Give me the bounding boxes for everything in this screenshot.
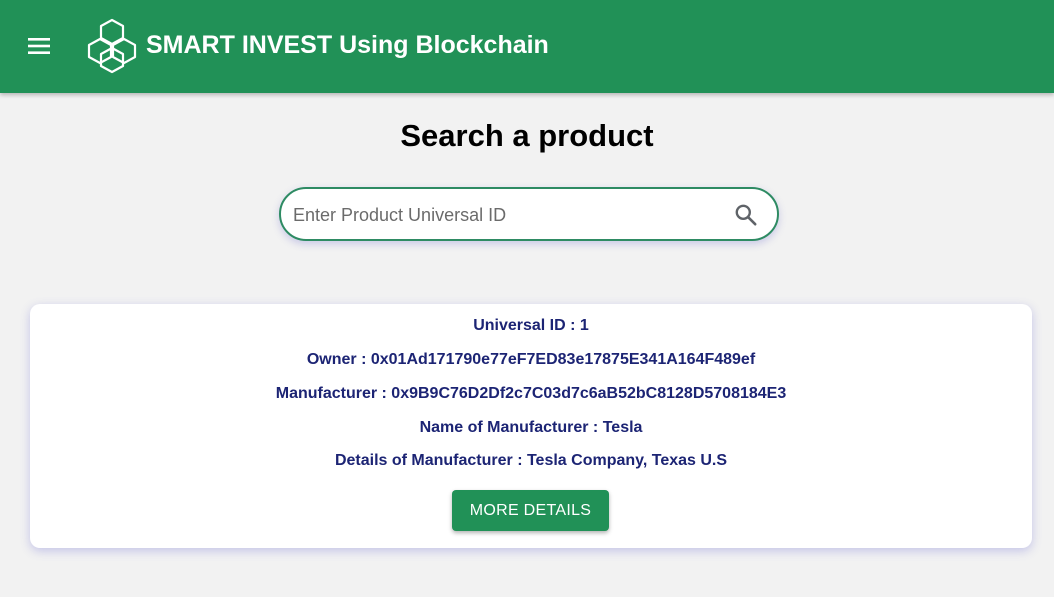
page-title: Search a product	[400, 118, 654, 153]
manufacturer-details-text: Details of Manufacturer : Tesla Company,…	[334, 452, 728, 469]
search-button[interactable]	[733, 202, 759, 228]
product-card: Universal ID : 1 Owner : 0x01Ad171790e77…	[30, 304, 1032, 548]
app-bar: SMART INVEST Using Blockchain	[0, 0, 1054, 93]
hexagon-logo-icon	[87, 18, 137, 74]
search-input[interactable]	[291, 197, 715, 233]
more-details-button[interactable]: MORE DETAILS	[452, 490, 609, 531]
search-box	[279, 187, 779, 241]
manufacturer-text: Manufacturer : 0x9B9C76D2Df2c7C03d7c6aB5…	[275, 385, 787, 402]
menu-button[interactable]	[20, 28, 58, 64]
owner-text: Owner : 0x01Ad171790e77eF7ED83e17875E341…	[306, 351, 756, 368]
app-title: SMART INVEST Using Blockchain	[146, 31, 549, 59]
menu-icon	[28, 38, 50, 54]
universal-id-text: Universal ID : 1	[473, 317, 589, 334]
search-icon	[735, 204, 757, 226]
manufacturer-name-text: Name of Manufacturer : Tesla	[419, 419, 643, 436]
